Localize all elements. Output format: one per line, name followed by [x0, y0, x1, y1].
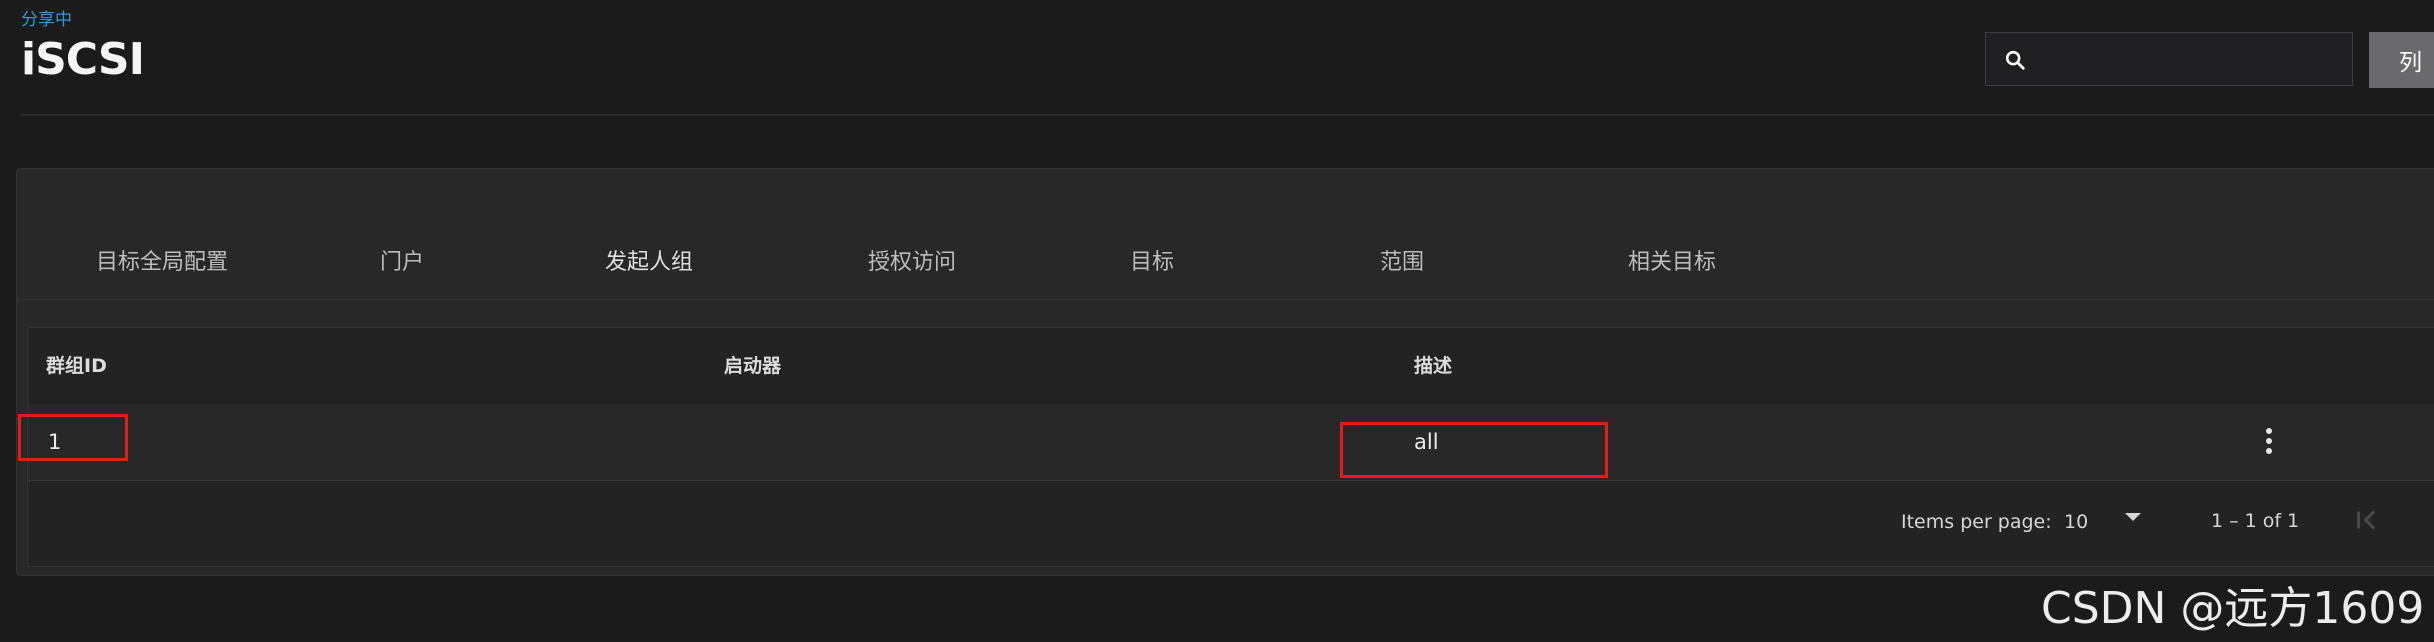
dropdown-arrow-icon[interactable] — [2125, 513, 2141, 521]
page-range-label: 1 – 1 of 1 — [2211, 510, 2300, 532]
tab-initiator-groups[interactable]: 发起人组 — [524, 231, 774, 299]
search-icon — [2005, 50, 2025, 70]
initiator-groups-card: 目标全局配置 门户 发起人组 授权访问 目标 范围 相关目标 群组ID 启动器 … — [16, 168, 2434, 576]
paginator: Items per page: 10 1 – 1 of 1 — [28, 481, 2434, 566]
page-size-select[interactable]: 10 — [2064, 511, 2088, 533]
items-per-page-label: Items per page: — [1901, 511, 2052, 533]
page-title: iSCSI — [21, 34, 145, 85]
column-header-initiators[interactable]: 启动器 — [724, 328, 781, 404]
highlight-box-description — [1340, 422, 1608, 478]
tab-extents[interactable]: 范围 — [1347, 231, 1457, 299]
more-vert-icon[interactable] — [2259, 426, 2279, 458]
tab-authorized-access[interactable]: 授权访问 — [827, 231, 997, 299]
tab-portals[interactable]: 门户 — [347, 231, 457, 299]
initiator-groups-table: 群组ID 启动器 描述 1 all Items per page: 10 1 –… — [27, 327, 2434, 567]
tab-bar: 目标全局配置 门户 发起人组 授权访问 目标 范围 相关目标 — [17, 231, 2434, 360]
tab-associated-targets[interactable]: 相关目标 — [1597, 231, 1747, 299]
watermark: CSDN @远方1609 — [2041, 583, 2425, 634]
columns-button[interactable]: 列 — [2369, 32, 2434, 88]
first-page-icon[interactable] — [2350, 503, 2384, 537]
column-header-description[interactable]: 描述 — [1414, 328, 1452, 404]
highlight-box-group-id — [18, 414, 128, 461]
search-input[interactable] — [2042, 33, 2346, 87]
search-box[interactable] — [1985, 32, 2353, 87]
table-header: 群组ID 启动器 描述 — [28, 328, 2434, 405]
table-row[interactable]: 1 all — [28, 404, 2434, 481]
tab-targets[interactable]: 目标 — [1097, 231, 1207, 299]
header-divider — [20, 114, 2434, 116]
tab-target-global-config[interactable]: 目标全局配置 — [57, 231, 267, 299]
chevron-left-icon[interactable] — [2426, 503, 2434, 537]
breadcrumb[interactable]: 分享中 — [21, 5, 72, 30]
column-header-group-id[interactable]: 群组ID — [46, 328, 107, 404]
